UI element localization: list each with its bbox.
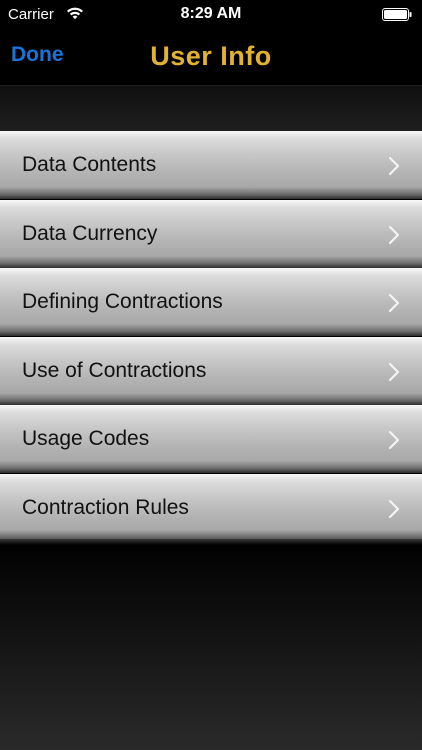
navigation-bar: Done User Info (0, 30, 422, 86)
chevron-right-icon (388, 156, 400, 176)
menu-item-label: Data Contents (22, 153, 157, 176)
menu-item-label: Defining Contractions (22, 290, 223, 313)
status-time: 8:29 AM (180, 5, 242, 22)
section-header (0, 86, 422, 131)
menu-item-data-currency[interactable]: Data Currency (0, 199, 422, 268)
menu-item-label: Usage Codes (22, 427, 150, 450)
menu-item-defining-contractions[interactable]: Defining Contractions (0, 268, 422, 336)
menu-item-label: Use of Contractions (22, 358, 207, 382)
app-screen: Carrier 8:29 AM Done User Info Data Cont… (0, 0, 422, 750)
page-title: User Info (150, 41, 272, 71)
menu-item-contraction-rules[interactable]: Contraction Rules (0, 473, 422, 542)
menu-item-label: Data Currency (22, 221, 158, 245)
battery-icon (382, 8, 412, 21)
status-bar: Carrier 8:29 AM (0, 0, 422, 30)
list-bottom-shadow (0, 539, 422, 545)
menu-item-label: Contraction Rules (22, 495, 189, 519)
menu-item-use-of-contractions[interactable]: Use of Contractions (0, 336, 422, 405)
chevron-right-icon (388, 499, 400, 518)
menu-list: Data Contents Data Currency Defining Con… (0, 131, 422, 542)
chevron-right-icon (388, 225, 400, 244)
chevron-right-icon (388, 293, 400, 313)
menu-item-data-contents[interactable]: Data Contents (0, 131, 422, 199)
menu-item-usage-codes[interactable]: Usage Codes (0, 405, 422, 473)
chevron-right-icon (388, 362, 400, 381)
chevron-right-icon (388, 430, 400, 450)
